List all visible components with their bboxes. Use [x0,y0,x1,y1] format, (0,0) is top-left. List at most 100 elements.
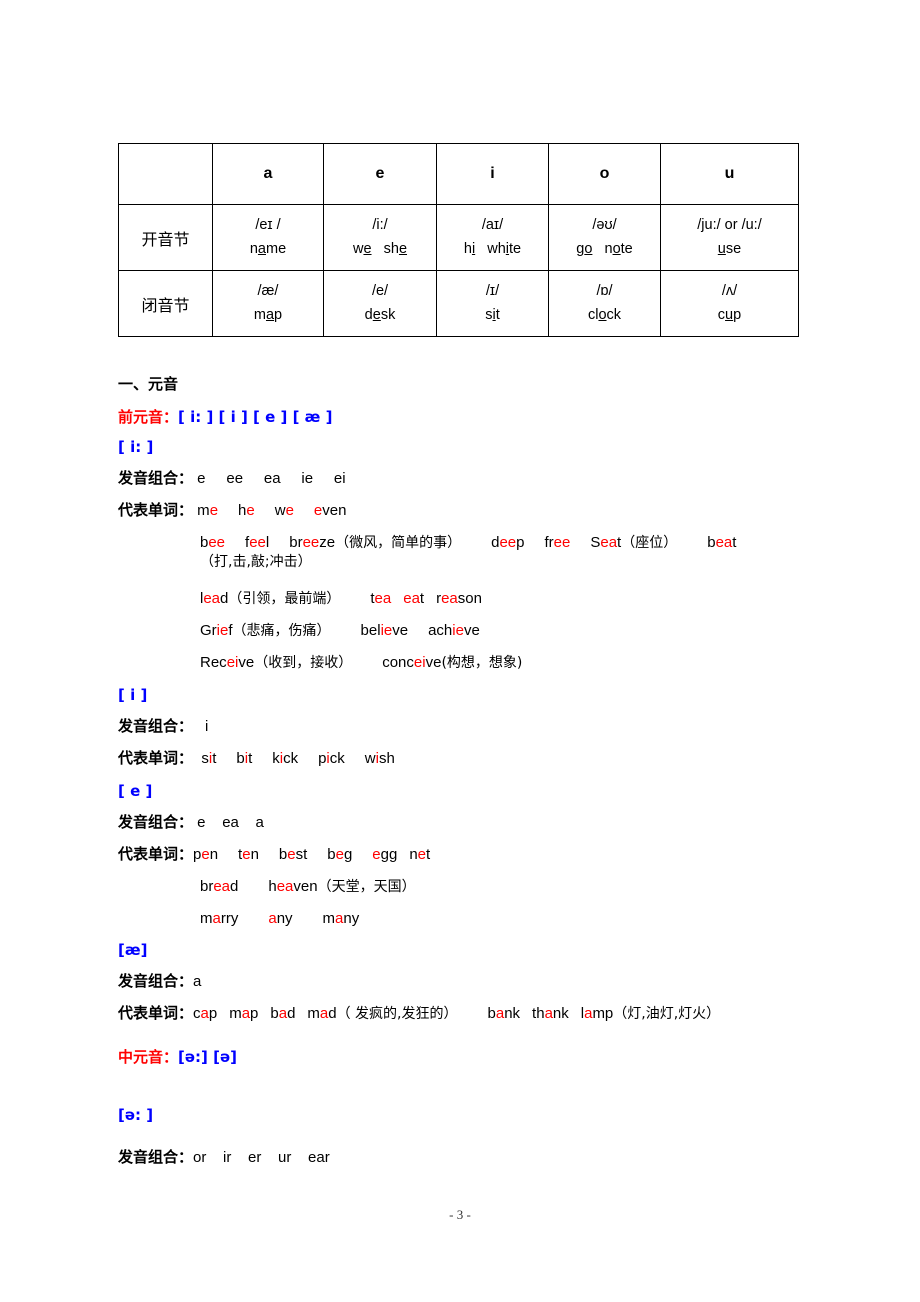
combination-line-schwa-long: 发音组合：or ir er ur ear [118,1148,330,1166]
word-free: free [544,534,571,551]
words-line-ae: 代表单词：cap map bad mad（ 发疯的,发狂的） bank thank lamp… [118,1005,721,1022]
ipa-open-e: /i:/ [372,216,388,233]
word-believe: believe [360,622,409,639]
gloss-lead: （引领，最前端） [228,591,341,607]
column-header-o: o [548,143,661,205]
combination-line-long-i: 发音组合： e ee ea ie ei [118,469,346,487]
gloss-seat: （座位） [621,535,678,551]
cell-open-o: /əʊ/ go note [548,204,661,271]
words-line-short-i: 代表单词： sit bit kick pick wish [118,749,395,767]
column-header-e: e [323,143,437,205]
gloss-mad: （ 发疯的,发狂的） [336,1006,458,1022]
ipa-closed-u: /ʌ/ [721,282,738,299]
cell-open-i: /aɪ/ hi white [436,204,549,271]
combination-line-e: 发音组合： e ea a [118,813,264,831]
combination-value-short-i: i [205,718,209,735]
combination-value-e: e ea a [193,814,264,831]
word-eat: eat [403,590,425,607]
mid-vowels-symbols: [ə:] [ə] [178,1048,238,1066]
combination-label: 发音组合： [118,717,194,735]
group-symbol-ae: [æ] [118,941,148,959]
word-many: many [322,910,360,927]
gloss-heaven: （天堂，天国） [317,879,416,895]
word-closed-u: cup [717,306,742,323]
word-achieve: achieve [428,622,480,639]
gloss-lamp: （灯,油灯,灯火） [613,1006,721,1022]
word-list-ae: cap map bad mad [193,1005,337,1022]
combination-line-short-i: 发音组合： i [118,717,209,735]
word-any: any [268,910,293,927]
ipa-closed-o: /ɒ/ [596,282,613,299]
group-symbol-e: [ e ] [118,782,153,800]
word-heaven: heaven [268,878,318,895]
gloss-receive: （收到，接收） [254,655,353,671]
front-vowels-symbols: [ i: ] [ i ] [ e ] [ æ ] [178,408,333,426]
word-list-long-i-1: me he we even [193,502,347,519]
words-label: 代表单词： [118,749,194,767]
cell-closed-u: /ʌ/ cup [660,270,799,337]
words-line-e-3: marry any many [200,911,359,926]
syllable-table: a e i o u 开音节 /eɪ / name /i:/ we she /aɪ… [118,143,799,337]
word-seat: Seat [590,534,622,551]
words-line-long-i-2: bee feel breeze（微风，简单的事） deep free Seat（座位） be… [200,535,736,550]
cell-closed-o: /ɒ/ clock [548,270,661,337]
word-reason: reason [436,590,482,607]
combination-label: 发音组合： [118,469,194,487]
mid-vowels-label: 中元音： [118,1048,179,1066]
front-vowels-heading: 前元音：[ i: ] [ i ] [ e ] [ æ ] [118,410,332,425]
gloss-beat: （打,击,敲;冲击） [200,554,312,570]
combination-label: 发音组合： [118,1148,194,1166]
word-feel: feel [245,534,270,551]
cell-closed-a: /æ/ map [212,270,324,337]
words-line-long-i-4: Grief（悲痛，伤痛） believe achieve [200,623,480,638]
group-symbol-short-i: [ i ] [118,686,148,704]
table-row: 开音节 /eɪ / name /i:/ we she /aɪ/ hi white [118,204,799,271]
words-label: 代表单词： [118,845,194,863]
table-header-row: a e i o u [118,143,799,205]
words-line-e-2: bread heaven（天堂，天国） [200,879,416,894]
cell-open-a: /eɪ / name [212,204,324,271]
word-closed-o: clock [587,306,622,323]
ipa-closed-a: /æ/ [257,282,279,299]
page-number-footer: - 3 - [449,1207,471,1222]
ipa-open-u: /ju:/ or /u:/ [697,216,762,233]
words-line-long-i-5: Receive（收到，接收） conceive(构想，想象) [200,655,522,670]
words-line-long-i-3: lead（引领，最前端） tea eat reason [200,591,482,606]
word-bank: bank [487,1005,521,1022]
ipa-closed-e: /e/ [371,282,389,299]
word-receive: Receive [200,654,255,671]
word-marry: marry [200,910,239,927]
word-lead: lead [200,590,229,607]
word-closed-a: map [253,306,283,323]
word-tea: tea [370,590,392,607]
table-row: 闭音节 /æ/ map /e/ desk /ɪ/ sit /ɒ/ clock /… [118,270,799,337]
word-deep: deep [491,534,525,551]
word-bee: bee [200,534,226,551]
syllable-table-container: a e i o u 开音节 /eɪ / name /i:/ we she /aɪ… [118,143,799,337]
combination-label: 发音组合： [118,813,194,831]
words-line-e-1: 代表单词：pen ten best beg egg net [118,845,430,863]
table-corner-cell [118,143,213,205]
word-breeze: breeze [289,534,336,551]
cell-open-e: /i:/ we she [323,204,437,271]
word-thank: thank [532,1005,569,1022]
group-symbol-long-i: [ i: ] [118,438,154,456]
combination-value-ae: a [193,973,202,990]
ipa-open-i: /aɪ/ [481,216,504,233]
mid-vowels-heading: 中元音：[ə:] [ə] [118,1050,237,1065]
cell-open-u: /ju:/ or /u:/ use [660,204,799,271]
words-label: 代表单词： [118,501,194,519]
front-vowels-label: 前元音： [118,408,179,426]
ipa-open-o: /əʊ/ [592,216,617,233]
section-title-vowels: 一、元音 [118,375,179,393]
gloss-conceive: (构想，想象) [441,655,523,671]
ipa-open-a: /eɪ / [255,216,281,233]
word-open-u: use [717,240,742,257]
word-lamp: lamp [580,1005,614,1022]
column-header-i: i [436,143,549,205]
gloss-breeze: （微风，简单的事） [335,535,462,551]
combination-line-ae: 发音组合：a [118,973,202,990]
gloss-grief: （悲痛，伤痛） [232,623,331,639]
words-line-long-i-1: 代表单词： me he we even [118,501,347,519]
gloss-line-beat: （打,击,敲;冲击） [200,554,312,569]
